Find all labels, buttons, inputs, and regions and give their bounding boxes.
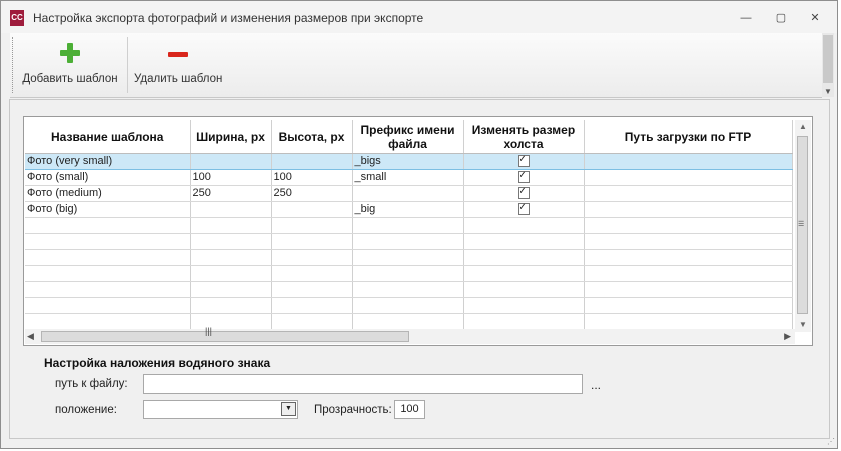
position-select[interactable]: ▼ xyxy=(143,400,298,419)
grid-body: Фото (very small) _bigs Фото (small) 100… xyxy=(25,153,793,330)
cell-ftp[interactable] xyxy=(584,169,793,186)
column-header-prefix[interactable]: Префикс имени файла xyxy=(352,120,464,154)
toolbar-scroll-thumb[interactable] xyxy=(823,35,833,83)
file-path-input[interactable] xyxy=(143,374,583,394)
grip-icon: ||| xyxy=(205,326,213,336)
cell-height[interactable] xyxy=(271,153,353,170)
scroll-down-icon[interactable]: ▼ xyxy=(795,318,811,332)
cell-width[interactable] xyxy=(190,153,272,170)
cell-height[interactable]: 250 xyxy=(271,185,353,202)
empty-row[interactable] xyxy=(25,217,793,234)
column-header-name[interactable]: Название шаблона xyxy=(25,120,191,154)
remove-template-label: Удалить шаблон xyxy=(134,73,223,85)
watermark-section-title: Настройка наложения водяного знака xyxy=(44,356,271,370)
minus-icon xyxy=(168,52,188,57)
cell-name[interactable]: Фото (medium) xyxy=(25,185,191,202)
grid-horizontal-scrollbar[interactable]: ◀ ||| ▶ xyxy=(25,326,795,344)
column-header-ftp-path[interactable]: Путь загрузки по FTP xyxy=(584,120,793,154)
table-row[interactable]: Фото (small) 100 100 _small xyxy=(25,169,793,186)
empty-row[interactable] xyxy=(25,297,793,314)
empty-row[interactable] xyxy=(25,233,793,250)
cell-name[interactable]: Фото (big) xyxy=(25,201,191,218)
toolbar: Добавить шаблон Удалить шаблон xyxy=(10,33,822,98)
browse-button[interactable]: ... xyxy=(591,378,601,392)
cell-prefix[interactable]: _small xyxy=(352,169,464,186)
position-label: положение: xyxy=(55,404,117,416)
table-row[interactable]: Фото (very small) _bigs xyxy=(25,153,793,170)
cell-resize xyxy=(463,201,585,218)
resize-grip-icon[interactable]: ⋰ xyxy=(827,437,835,446)
chevron-down-icon[interactable]: ▼ xyxy=(281,402,296,416)
cell-width[interactable] xyxy=(190,201,272,218)
horizontal-scroll-thumb[interactable] xyxy=(41,331,409,342)
scroll-left-icon[interactable]: ◀ xyxy=(27,329,34,344)
grip-icon: ☰ xyxy=(798,221,805,228)
empty-row[interactable] xyxy=(25,313,793,330)
cell-ftp[interactable] xyxy=(584,201,793,218)
resize-checkbox[interactable] xyxy=(517,170,530,184)
restore-button[interactable]: ▢ xyxy=(770,9,792,27)
cell-resize xyxy=(463,185,585,202)
templates-table: Название шаблона Ширина, px Высота, px П… xyxy=(25,120,793,330)
cell-prefix[interactable]: _big xyxy=(352,201,464,218)
add-template-label: Добавить шаблон xyxy=(22,73,118,85)
grid-header-row: Название шаблона Ширина, px Высота, px П… xyxy=(25,120,793,154)
title-bar: CC Настройка экспорта фотографий и измен… xyxy=(1,1,837,33)
scroll-right-icon[interactable]: ▶ xyxy=(784,329,791,344)
cell-width[interactable]: 250 xyxy=(190,185,272,202)
cell-resize xyxy=(463,153,585,170)
resize-checkbox[interactable] xyxy=(517,202,530,216)
table-row[interactable]: Фото (medium) 250 250 xyxy=(25,185,793,202)
cell-ftp[interactable] xyxy=(584,153,793,170)
column-header-resize-canvas[interactable]: Изменять размер холста xyxy=(463,120,585,154)
empty-row[interactable] xyxy=(25,265,793,282)
cell-name[interactable]: Фото (small) xyxy=(25,169,191,186)
templates-grid: Название шаблона Ширина, px Высота, px П… xyxy=(23,116,813,346)
chevron-down-icon[interactable]: ▼ xyxy=(824,87,832,96)
grid-vertical-scrollbar[interactable]: ▲ ☰ ▼ xyxy=(795,120,811,332)
minimize-button[interactable]: — xyxy=(735,9,757,27)
cell-resize xyxy=(463,169,585,186)
toolbar-grip[interactable] xyxy=(12,37,15,93)
remove-template-button[interactable]: Удалить шаблон xyxy=(134,37,222,91)
app-icon: CC xyxy=(10,10,24,26)
window-title: Настройка экспорта фотографий и изменени… xyxy=(33,11,424,25)
cell-height[interactable] xyxy=(271,201,353,218)
resize-checkbox[interactable] xyxy=(517,186,530,200)
cell-name[interactable]: Фото (very small) xyxy=(25,153,191,170)
toolbar-separator xyxy=(127,37,128,93)
cell-height[interactable]: 100 xyxy=(271,169,353,186)
table-row[interactable]: Фото (big) _big xyxy=(25,201,793,218)
column-header-width[interactable]: Ширина, px xyxy=(190,120,272,154)
add-template-button[interactable]: Добавить шаблон xyxy=(20,37,120,91)
close-button[interactable]: ✕ xyxy=(804,9,826,27)
cell-prefix[interactable]: _bigs xyxy=(352,153,464,170)
scroll-up-icon[interactable]: ▲ xyxy=(795,120,811,134)
cell-prefix[interactable] xyxy=(352,185,464,202)
empty-row[interactable] xyxy=(25,281,793,298)
resize-checkbox[interactable] xyxy=(517,155,530,168)
file-path-label: путь к файлу: xyxy=(55,378,128,390)
plus-icon xyxy=(60,43,80,63)
cell-ftp[interactable] xyxy=(584,185,793,202)
cell-width[interactable]: 100 xyxy=(190,169,272,186)
empty-row[interactable] xyxy=(25,249,793,266)
column-header-height[interactable]: Высота, px xyxy=(271,120,353,154)
opacity-label: Прозрачность: xyxy=(314,404,392,416)
opacity-input[interactable]: 100 xyxy=(394,400,425,419)
toolbar-scrollbar[interactable]: ▼ xyxy=(822,33,834,97)
